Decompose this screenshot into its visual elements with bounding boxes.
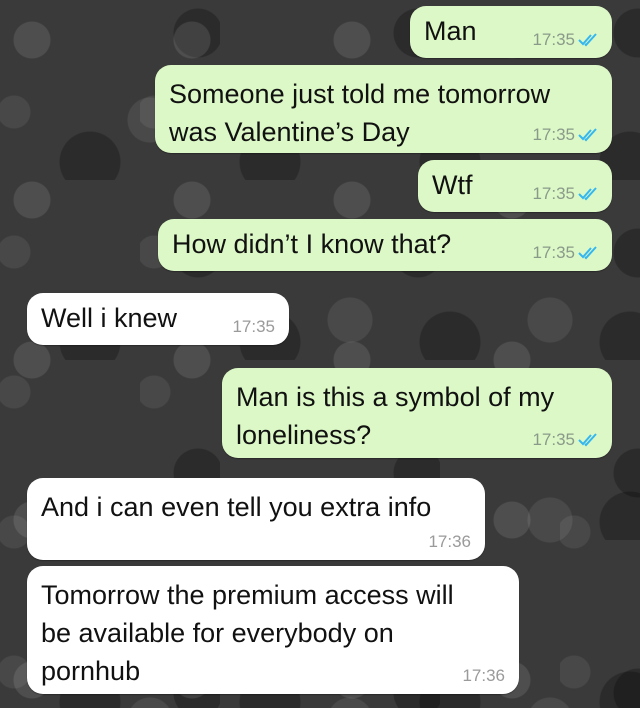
message-time: 17:35 xyxy=(532,30,575,49)
message-bubble-incoming[interactable]: And i can even tell you extra info 17:36 xyxy=(27,478,485,560)
message-meta: 17:35 xyxy=(232,317,275,337)
double-check-read-icon xyxy=(578,187,597,201)
double-check-read-icon xyxy=(578,33,597,47)
message-meta: 17:35 xyxy=(532,184,598,204)
message-meta: 17:35 xyxy=(532,430,598,450)
message-meta: 17:36 xyxy=(462,666,505,686)
message-bubble-outgoing[interactable]: Wtf 17:35 xyxy=(418,160,612,212)
message-time: 17:35 xyxy=(532,125,575,144)
double-check-read-icon xyxy=(578,128,597,142)
message-bubble-outgoing[interactable]: Man 17:35 xyxy=(410,6,612,58)
message-meta: 17:35 xyxy=(532,125,598,145)
message-bubble-incoming[interactable]: Well i knew 17:35 xyxy=(27,293,289,345)
message-bubble-outgoing[interactable]: How didn’t I know that? 17:35 xyxy=(158,219,612,271)
message-meta: 17:35 xyxy=(532,243,598,263)
message-time: 17:35 xyxy=(232,317,275,336)
message-text: Tomorrow the premium access will be avai… xyxy=(41,580,454,686)
message-time: 17:35 xyxy=(532,243,575,262)
message-meta: 17:35 xyxy=(532,30,598,50)
message-time: 17:36 xyxy=(462,666,505,685)
message-time: 17:35 xyxy=(532,184,575,203)
message-text: And i can even tell you extra info xyxy=(41,492,432,522)
double-check-read-icon xyxy=(578,433,597,447)
message-time: 17:35 xyxy=(532,430,575,449)
message-bubble-outgoing[interactable]: Someone just told me tomorrow was Valent… xyxy=(155,65,612,153)
message-bubble-incoming[interactable]: Tomorrow the premium access will be avai… xyxy=(27,566,519,694)
message-bubble-outgoing[interactable]: Man is this a symbol of my loneliness? 1… xyxy=(222,368,612,458)
message-meta: 17:36 xyxy=(428,532,471,552)
message-time: 17:36 xyxy=(428,532,471,551)
double-check-read-icon xyxy=(578,246,597,260)
